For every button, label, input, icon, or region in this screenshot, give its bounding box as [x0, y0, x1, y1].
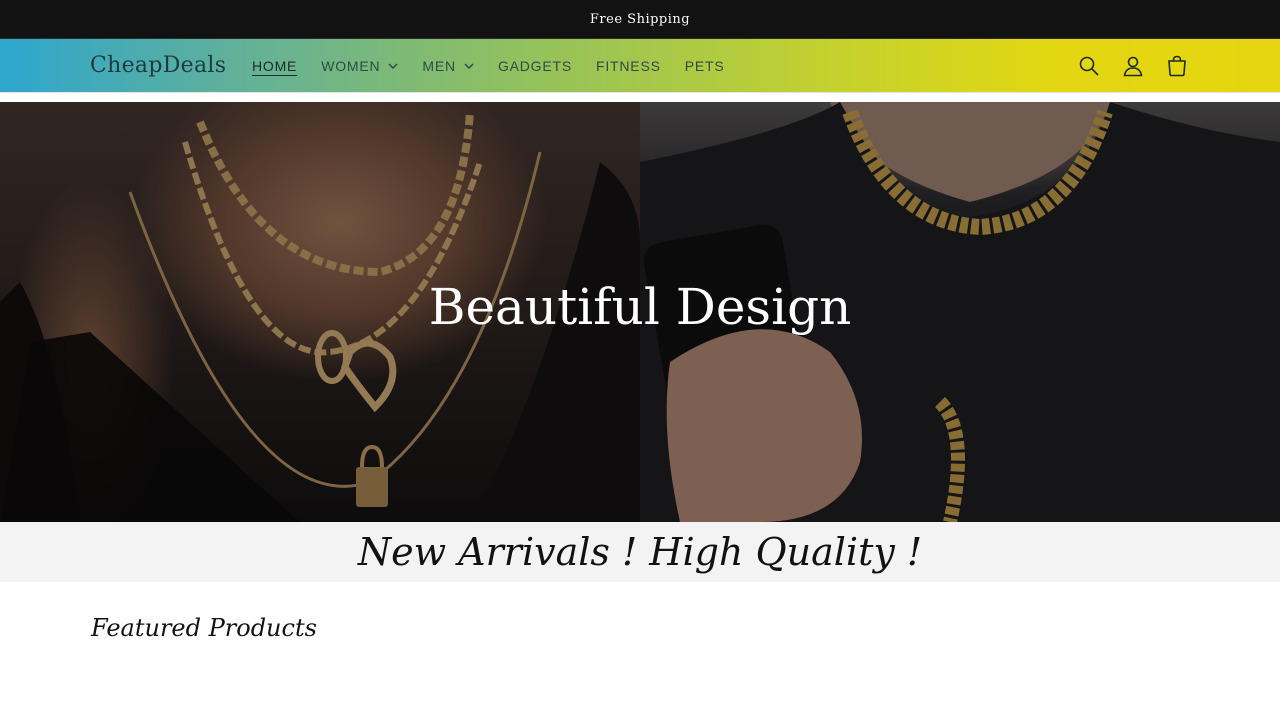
promo-banner-text: New Arrivals ! High Quality !: [357, 530, 923, 574]
header-icons: [1078, 39, 1188, 92]
nav-item-label: FITNESS: [596, 57, 661, 74]
nav-item-label: HOME: [252, 57, 298, 74]
nav-item-fitness[interactable]: FITNESS: [596, 39, 661, 92]
nav-item-women[interactable]: WOMEN: [321, 39, 398, 92]
hero-title: Beautiful Design: [428, 278, 852, 336]
cart-icon[interactable]: [1166, 55, 1188, 77]
account-icon[interactable]: [1122, 55, 1144, 77]
nav-item-pets[interactable]: PETS: [685, 39, 725, 92]
announcement-bar: Free Shipping: [0, 0, 1280, 39]
nav-item-men[interactable]: MEN: [422, 39, 474, 92]
featured-products-heading: Featured Products: [91, 614, 317, 642]
search-icon[interactable]: [1078, 55, 1100, 77]
nav-item-label: WOMEN: [321, 57, 381, 74]
header-divider: [0, 92, 1280, 102]
nav-item-label: PETS: [684, 57, 725, 74]
main-nav: HOME WOMEN MEN GADGETS FITNESS PETS: [252, 39, 748, 92]
chevron-down-icon: [388, 61, 398, 71]
announcement-text: Free Shipping: [589, 11, 691, 27]
nav-item-label: MEN: [422, 57, 456, 74]
nav-item-home[interactable]: HOME: [252, 39, 297, 92]
promo-banner: New Arrivals ! High Quality !: [0, 522, 1280, 582]
hero-banner: Beautiful Design: [0, 102, 1280, 522]
nav-item-label: GADGETS: [497, 57, 572, 74]
site-header: CheapDeals HOME WOMEN MEN GADGETS FITNES…: [0, 39, 1280, 92]
chevron-down-icon: [464, 61, 474, 71]
nav-item-gadgets[interactable]: GADGETS: [498, 39, 572, 92]
store-logo[interactable]: CheapDeals: [90, 39, 226, 92]
